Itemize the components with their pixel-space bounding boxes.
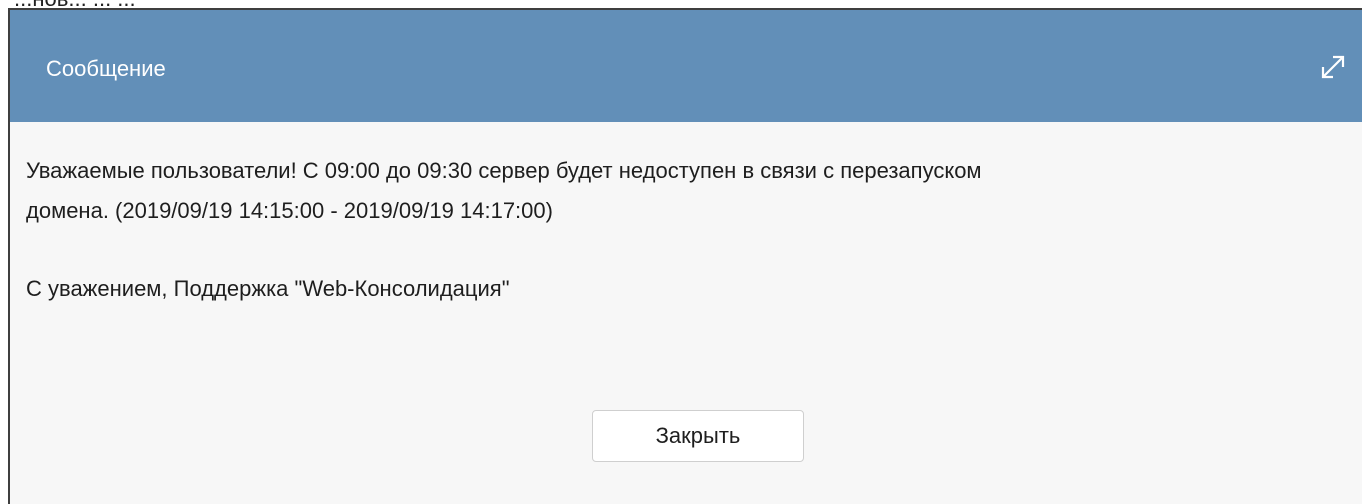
dialog-title: Сообщение bbox=[46, 56, 166, 81]
expand-button[interactable] bbox=[1318, 52, 1348, 82]
message-dialog: Сообщение Уважаемые пользователи! С 09:0… bbox=[8, 8, 1362, 504]
message-signature: С уважением, Поддержка "Web-Консолидация… bbox=[26, 276, 510, 301]
dialog-header: Сообщение bbox=[10, 10, 1362, 122]
expand-arrows-icon bbox=[1318, 52, 1348, 82]
close-button[interactable]: Закрыть bbox=[592, 410, 804, 462]
message-text-line-1: Уважаемые пользователи! С 09:00 до 09:30… bbox=[26, 158, 982, 183]
dialog-body: Уважаемые пользователи! С 09:00 до 09:30… bbox=[10, 122, 1362, 504]
message-text-line-2: домена. (2019/09/19 14:15:00 - 2019/09/1… bbox=[26, 198, 553, 223]
